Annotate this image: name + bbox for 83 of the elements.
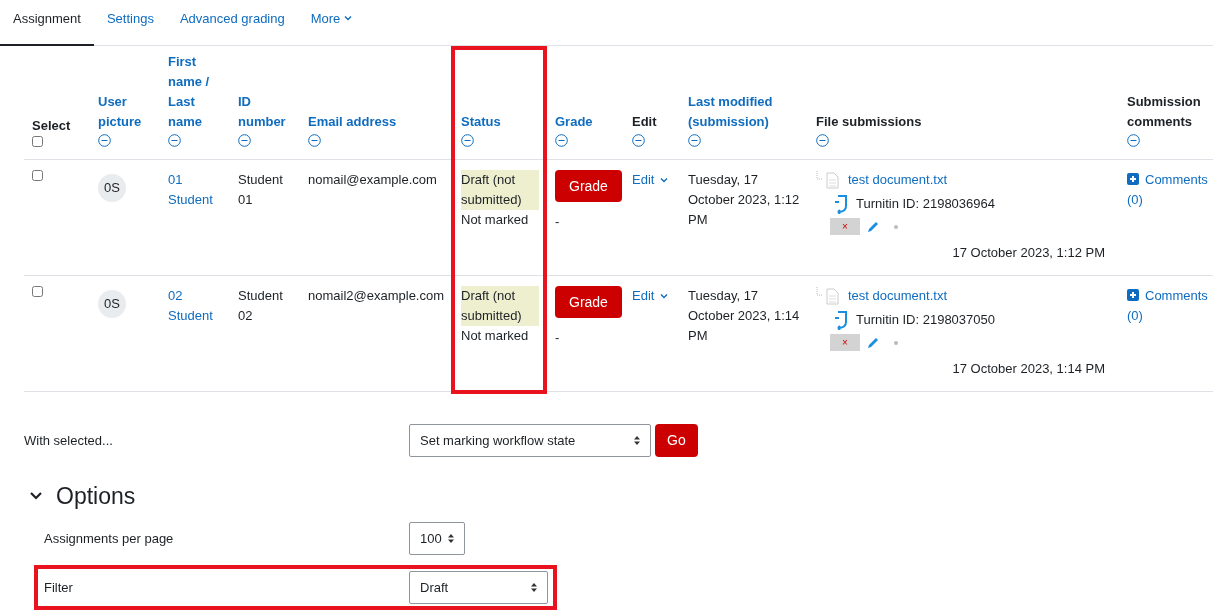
- field-label: Filter: [44, 579, 73, 595]
- file-icon: [816, 287, 842, 305]
- tab[interactable]: Assignment: [0, 0, 94, 46]
- id-number: Student 01: [238, 171, 284, 209]
- dot-icon: [894, 224, 898, 229]
- dot-icon: [894, 340, 898, 345]
- updown-icon: [531, 582, 537, 592]
- collapse-icon[interactable]: [1127, 134, 1140, 147]
- column-header[interactable]: First name / Last name: [168, 52, 226, 132]
- grade-button[interactable]: Grade: [555, 286, 622, 318]
- tab[interactable]: More: [297, 0, 366, 46]
- turnitin-icon: [834, 194, 848, 214]
- collapse-icon[interactable]: [308, 134, 321, 147]
- avatar: 0S: [98, 174, 126, 202]
- bulk-action-label: With selected...: [24, 432, 113, 448]
- select-all-checkbox[interactable]: [32, 136, 43, 147]
- grade-button[interactable]: Grade: [555, 170, 622, 202]
- pencil-icon[interactable]: [866, 219, 880, 234]
- collapse-icon[interactable]: [238, 134, 251, 147]
- options-toggle[interactable]: Options: [30, 482, 136, 510]
- email-address: nomail@example.com: [308, 171, 438, 189]
- file-date: 17 October 2023, 1:12 PM: [951, 244, 1106, 262]
- last-modified: Tuesday, 17 October 2023, 1:12 PM: [688, 171, 801, 229]
- field-label: Assignments per page: [44, 530, 174, 546]
- student-name-link[interactable]: 02 Student: [168, 286, 226, 326]
- column-header[interactable]: Email address: [308, 112, 447, 132]
- column-header[interactable]: Status: [461, 112, 539, 132]
- option-select[interactable]: 100: [409, 521, 465, 555]
- column-header: Select: [32, 117, 72, 135]
- caret-icon: [660, 293, 669, 299]
- updown-icon: [448, 533, 454, 543]
- collapse-icon[interactable]: [168, 134, 181, 147]
- similarity-score-badge: ×: [830, 218, 860, 235]
- collapse-icon[interactable]: [688, 134, 701, 147]
- avatar: 0S: [98, 290, 126, 318]
- go-button[interactable]: Go: [655, 423, 698, 457]
- collapse-icon[interactable]: [98, 134, 111, 147]
- file-link[interactable]: test document.txt: [848, 170, 947, 190]
- grade-value: -: [555, 329, 561, 347]
- updown-icon: [634, 435, 640, 445]
- column-header: File submissions: [816, 113, 923, 131]
- caret-icon: [344, 15, 353, 21]
- edit-menu[interactable]: Edit: [632, 286, 669, 306]
- column-header[interactable]: Last modified (submission): [688, 92, 804, 132]
- file-icon: [816, 171, 842, 189]
- tab[interactable]: Advanced grading: [166, 0, 298, 46]
- collapse-icon[interactable]: [555, 134, 568, 147]
- collapse-icon[interactable]: [632, 134, 645, 147]
- similarity-score-badge: ×: [830, 334, 860, 351]
- column-header[interactable]: User picture: [98, 92, 156, 132]
- turnitin-id: Turnitin ID: 2198036964: [856, 195, 995, 213]
- chevron-icon: [30, 492, 42, 500]
- marking-status: Not marked: [461, 327, 530, 345]
- turnitin-icon: [834, 310, 848, 330]
- edit-menu[interactable]: Edit: [632, 170, 669, 190]
- last-modified: Tuesday, 17 October 2023, 1:14 PM: [688, 287, 801, 345]
- comments-link[interactable]: Comments (0): [1127, 170, 1209, 210]
- bulk-action-select[interactable]: Set marking workflow state: [409, 423, 651, 457]
- option-select[interactable]: Draft: [409, 570, 548, 604]
- student-name-link[interactable]: 01 Student: [168, 170, 226, 210]
- column-header[interactable]: Grade: [555, 112, 620, 132]
- turnitin-id: Turnitin ID: 2198037050: [856, 311, 995, 329]
- column-header: Submission comments: [1127, 93, 1202, 131]
- submission-status: Draft (not submitted): [461, 170, 539, 210]
- comments-link[interactable]: Comments (0): [1127, 286, 1209, 326]
- column-header[interactable]: ID number: [238, 92, 296, 132]
- email-address: nomail2@example.com: [308, 287, 446, 305]
- marking-status: Not marked: [461, 211, 530, 229]
- row-checkbox[interactable]: [32, 286, 43, 297]
- id-number: Student 02: [238, 287, 284, 325]
- row-checkbox[interactable]: [32, 170, 43, 181]
- tab[interactable]: Settings: [93, 0, 167, 46]
- collapse-icon[interactable]: [461, 134, 474, 147]
- grade-value: -: [555, 213, 561, 231]
- collapse-icon[interactable]: [816, 134, 829, 147]
- submission-status: Draft (not submitted): [461, 286, 539, 326]
- plus-icon: [1127, 289, 1139, 301]
- file-link[interactable]: test document.txt: [848, 286, 947, 306]
- pencil-icon[interactable]: [866, 335, 880, 350]
- file-date: 17 October 2023, 1:14 PM: [951, 360, 1106, 378]
- column-header: Edit: [632, 113, 658, 131]
- plus-icon: [1127, 173, 1139, 185]
- caret-icon: [660, 177, 669, 183]
